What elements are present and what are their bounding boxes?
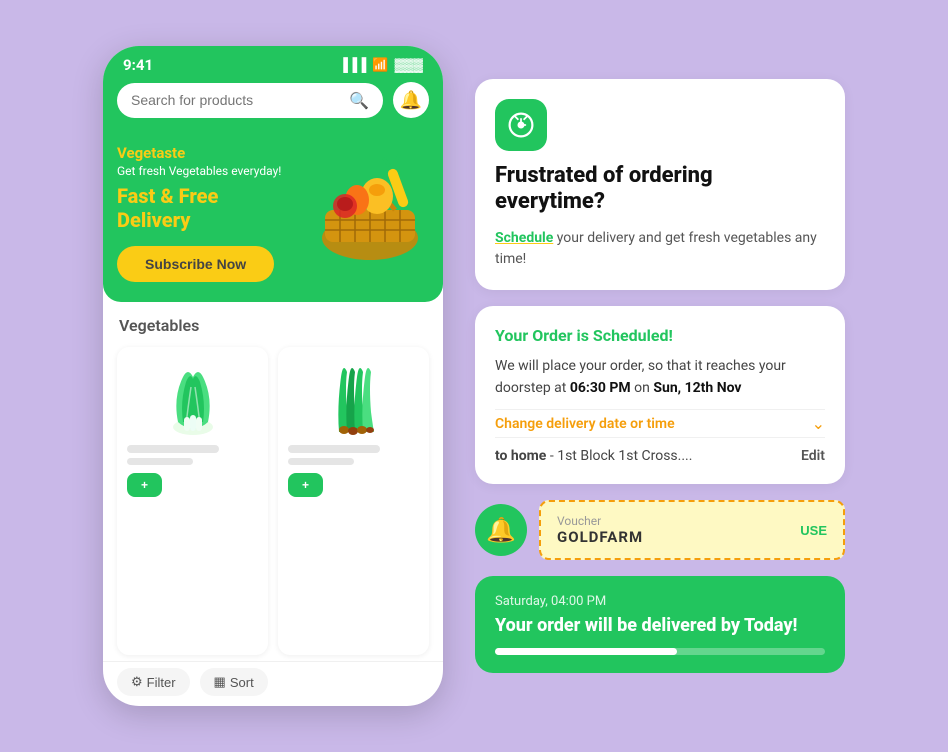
delivery-progress-bar	[495, 648, 825, 655]
edit-address-button[interactable]: Edit	[801, 448, 825, 464]
filter-button[interactable]: ⚙ Filter	[117, 668, 190, 696]
change-delivery-text: Change delivery date or time	[495, 416, 675, 432]
status-icons: ▐▐▐ 📶 ▓▓▓	[339, 57, 423, 73]
bell-icon: 🔔	[400, 90, 422, 111]
sort-icon: ▦	[214, 674, 226, 690]
product-card-1[interactable]: +	[117, 347, 268, 655]
search-input[interactable]	[131, 92, 341, 108]
scheduled-body: We will place your order, so that it rea…	[495, 355, 825, 400]
address-value: - 1st Block 1st Cross....	[550, 448, 693, 464]
delivery-progress-fill	[495, 648, 677, 655]
voucher-label: Voucher	[557, 514, 643, 528]
product-name-bar-1	[127, 445, 219, 453]
section-title: Vegetables	[103, 302, 443, 341]
subscribe-button[interactable]: Subscribe Now	[117, 246, 274, 282]
wifi-icon: 📶	[372, 58, 388, 73]
product-sub-bar-2	[288, 458, 354, 465]
voucher-card[interactable]: Voucher GOLDFARM USE	[539, 500, 845, 560]
battery-icon: ▓▓▓	[395, 57, 423, 73]
voucher-bell-icon: 🔔	[475, 504, 527, 556]
banner-brand: Vegetaste	[117, 144, 289, 162]
voucher-row: 🔔 Voucher GOLDFARM USE	[475, 500, 845, 560]
delivery-address-row: to home - 1st Block 1st Cross.... Edit	[495, 448, 825, 464]
product-image-1	[127, 357, 258, 437]
delivery-time-value: 06:30 PM	[570, 380, 631, 396]
frustrated-card: Frustrated of ordering everytime? Schedu…	[475, 79, 845, 290]
voucher-info: Voucher GOLDFARM	[557, 514, 643, 546]
on-label: on	[631, 380, 654, 396]
change-delivery-button[interactable]: Change delivery date or time ⌄	[495, 409, 825, 438]
product-card-2[interactable]: +	[278, 347, 429, 655]
delivery-card: Saturday, 04:00 PM Your order will be de…	[475, 576, 845, 673]
bottom-bar: ⚙ Filter ▦ Sort	[103, 661, 443, 706]
delivery-schedule-time: Saturday, 04:00 PM	[495, 594, 825, 609]
search-bar-area: 🔍 🔔	[103, 82, 443, 130]
voucher-use-button[interactable]: USE	[800, 523, 827, 538]
chevron-down-icon: ⌄	[812, 414, 825, 433]
search-icon: 🔍	[349, 91, 369, 110]
right-panel: Frustrated of ordering everytime? Schedu…	[475, 79, 845, 674]
delivery-message: Your order will be delivered by Today!	[495, 615, 825, 636]
banner-subtitle: Get fresh Vegetables everyday!	[117, 164, 289, 178]
phone-mockup: 9:41 ▐▐▐ 📶 ▓▓▓ 🔍 🔔 Vegetaste Get fresh V…	[103, 46, 443, 706]
sort-button[interactable]: ▦ Sort	[200, 668, 268, 696]
schedule-link[interactable]: Schedule	[495, 230, 553, 246]
address-label: to home	[495, 448, 546, 464]
product-name-bar-2	[288, 445, 380, 453]
frustrated-body: Schedule your delivery and get fresh veg…	[495, 228, 825, 270]
notification-bell[interactable]: 🔔	[393, 82, 429, 118]
filter-label: Filter	[147, 675, 176, 690]
schedule-icon-circle	[495, 99, 547, 151]
promo-banner: Vegetaste Get fresh Vegetables everyday!…	[103, 130, 443, 302]
scheduled-order-card: Your Order is Scheduled! We will place y…	[475, 306, 845, 485]
basket-illustration	[305, 138, 435, 268]
scheduled-title: Your Order is Scheduled!	[495, 326, 825, 345]
banner-title: Fast & Free Delivery	[117, 184, 289, 232]
sort-label: Sort	[230, 675, 254, 690]
delivery-date-value: Sun, 12th Nov	[653, 380, 741, 396]
voucher-code: GOLDFARM	[557, 528, 643, 546]
search-input-wrap[interactable]: 🔍	[117, 83, 383, 118]
product-add-btn-2[interactable]: +	[288, 473, 323, 497]
products-grid: + +	[103, 341, 443, 661]
product-image-2	[288, 357, 419, 437]
product-add-btn-1[interactable]: +	[127, 473, 162, 497]
status-bar: 9:41 ▐▐▐ 📶 ▓▓▓	[103, 46, 443, 82]
signal-icon: ▐▐▐	[339, 57, 367, 73]
product-sub-bar-1	[127, 458, 193, 465]
bell-icon-large: 🔔	[486, 516, 516, 544]
filter-icon: ⚙	[131, 674, 143, 690]
address-text: to home - 1st Block 1st Cross....	[495, 448, 692, 464]
banner-text: Vegetaste Get fresh Vegetables everyday!…	[117, 144, 289, 282]
status-time: 9:41	[123, 56, 153, 74]
frustrated-headline: Frustrated of ordering everytime?	[495, 163, 825, 216]
